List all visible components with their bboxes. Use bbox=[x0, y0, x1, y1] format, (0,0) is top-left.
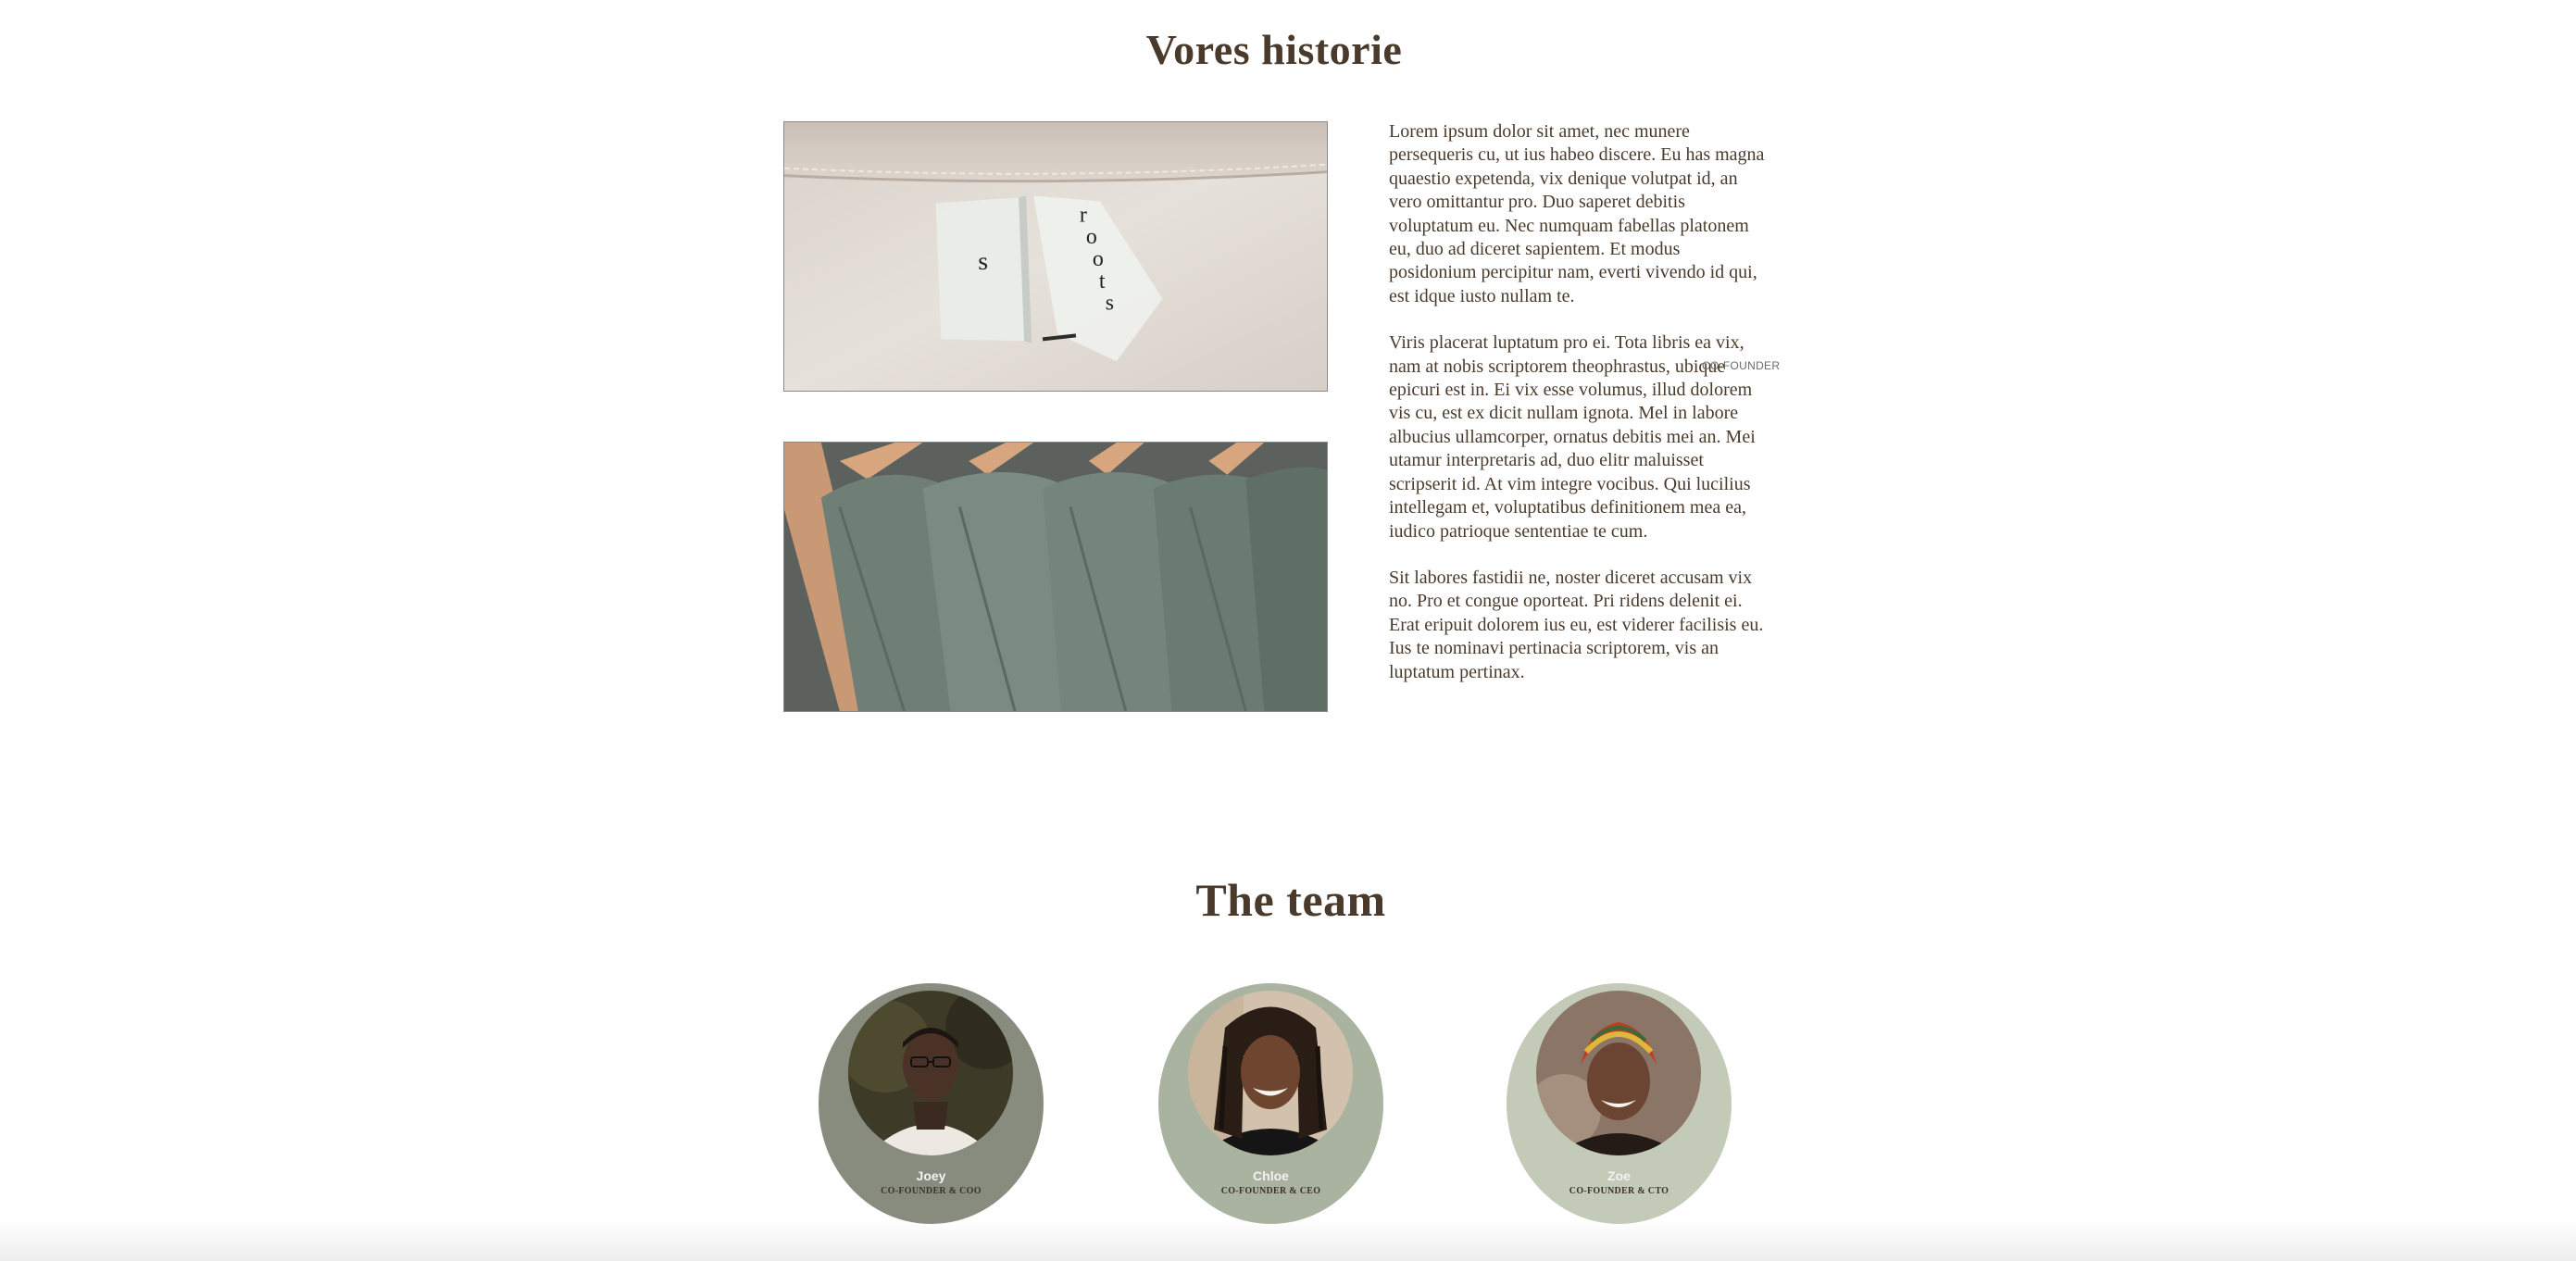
about-page: Vores historie s roo t s Lorem ipsum dol… bbox=[0, 0, 2576, 1261]
avatar-joey bbox=[848, 991, 1013, 1155]
clothing-tag-photo: s roots bbox=[783, 121, 1328, 392]
avatar-chloe bbox=[1188, 991, 1353, 1155]
story-title: Vores historie bbox=[1145, 26, 1403, 73]
team-title: The team bbox=[1195, 874, 1386, 926]
member-name: Joey bbox=[916, 1168, 946, 1183]
tag-letter-2: o bbox=[1093, 247, 1104, 271]
member-name: Zoe bbox=[1607, 1168, 1631, 1183]
tag-letter-0: r bbox=[1080, 203, 1087, 227]
tag-letter-3: t bbox=[1099, 269, 1106, 293]
bottom-fade bbox=[0, 1220, 2576, 1261]
story-paragraph-3: Sit labores fastidii ne, noster diceret … bbox=[1389, 567, 1764, 682]
member-role: CO-FOUNDER & COO bbox=[881, 1186, 982, 1196]
tag-letter-s: s bbox=[978, 247, 988, 276]
stray-role-label: CO-FOUNDER bbox=[1702, 359, 1781, 372]
team-member-card-chloe: Chloe CO-FOUNDER & CEO bbox=[1158, 983, 1383, 1224]
member-role: CO-FOUNDER & CEO bbox=[1220, 1186, 1321, 1196]
tag-letter-1: o bbox=[1086, 225, 1097, 249]
tag-letter-4: s bbox=[1106, 292, 1114, 316]
avatar-zoe bbox=[1536, 991, 1701, 1155]
hanging-shirts-photo bbox=[783, 442, 1328, 712]
team-member-card-zoe: Zoe CO-FOUNDER & CTO bbox=[1507, 983, 1732, 1224]
member-role: CO-FOUNDER & CTO bbox=[1569, 1186, 1669, 1196]
story-paragraph-1: Lorem ipsum dolor sit amet, nec munere p… bbox=[1389, 121, 1765, 306]
team-member-card-joey: Joey CO-FOUNDER & COO bbox=[819, 983, 1044, 1224]
member-name: Chloe bbox=[1253, 1168, 1289, 1183]
story-text: Lorem ipsum dolor sit amet, nec munere p… bbox=[1389, 120, 1769, 707]
